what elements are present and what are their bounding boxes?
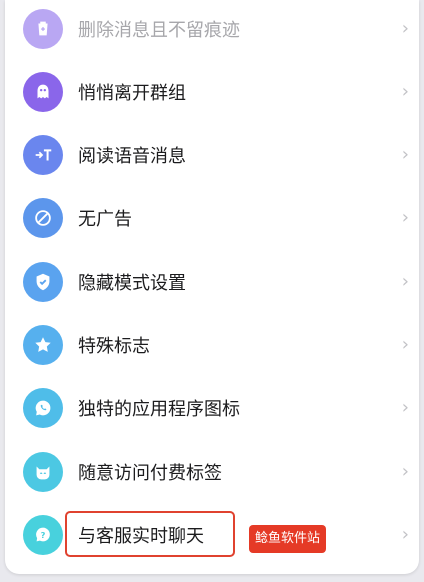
chevron-right-icon: ›: [401, 18, 409, 39]
list-item-app-icons[interactable]: 独特的应用程序图标 ›: [5, 376, 419, 439]
star-icon: [23, 324, 63, 365]
list-item-delete-messages[interactable]: 删除消息且不留痕迹 ›: [5, 0, 419, 60]
no-ads-icon: [23, 197, 63, 238]
list-item-label: 隐藏模式设置: [78, 272, 186, 294]
list-item-paid-stickers[interactable]: 随意访问付费标签 ›: [5, 440, 419, 503]
list-item-special-badge[interactable]: 特殊标志 ›: [5, 313, 419, 376]
chevron-right-icon: ›: [401, 144, 409, 165]
list-item-leave-groups[interactable]: 悄悄离开群组 ›: [5, 60, 419, 123]
support-chat-icon: ?: [23, 514, 63, 555]
chevron-right-icon: ›: [401, 271, 409, 292]
phone-bubble-icon: [23, 387, 63, 428]
voice-to-text-icon: [23, 134, 63, 175]
chevron-right-icon: ›: [401, 461, 409, 482]
premium-features-list: 删除消息且不留痕迹 › 悄悄离开群组 › 阅读语音消息 › 无广告 › 隐藏模式…: [5, 0, 419, 574]
chevron-right-icon: ›: [401, 334, 409, 355]
list-item-label: 删除消息且不留痕迹: [78, 19, 240, 41]
list-item-label: 悄悄离开群组: [78, 82, 186, 104]
svg-text:?: ?: [41, 530, 46, 540]
list-item-label: 随意访问付费标签: [78, 462, 222, 484]
chevron-right-icon: ›: [401, 81, 409, 102]
list-item-voice-to-text[interactable]: 阅读语音消息 ›: [5, 123, 419, 186]
trash-icon: [23, 8, 63, 49]
watermark-badge: 鲶鱼软件站: [249, 525, 327, 553]
list-item-label: 阅读语音消息: [78, 145, 186, 167]
shield-icon: [23, 261, 63, 302]
cat-icon: [23, 451, 63, 492]
list-item-label: 特殊标志: [78, 335, 150, 357]
chevron-right-icon: ›: [401, 397, 409, 418]
list-item-no-ads[interactable]: 无广告 ›: [5, 186, 419, 249]
chevron-right-icon: ›: [401, 207, 409, 228]
ghost-icon: [23, 71, 63, 112]
list-item-label: 无广告: [78, 208, 132, 230]
highlight-box: [65, 511, 235, 557]
list-item-label: 独特的应用程序图标: [78, 398, 240, 420]
chevron-right-icon: ›: [401, 524, 409, 545]
list-item-hidden-mode[interactable]: 隐藏模式设置 ›: [5, 250, 419, 313]
